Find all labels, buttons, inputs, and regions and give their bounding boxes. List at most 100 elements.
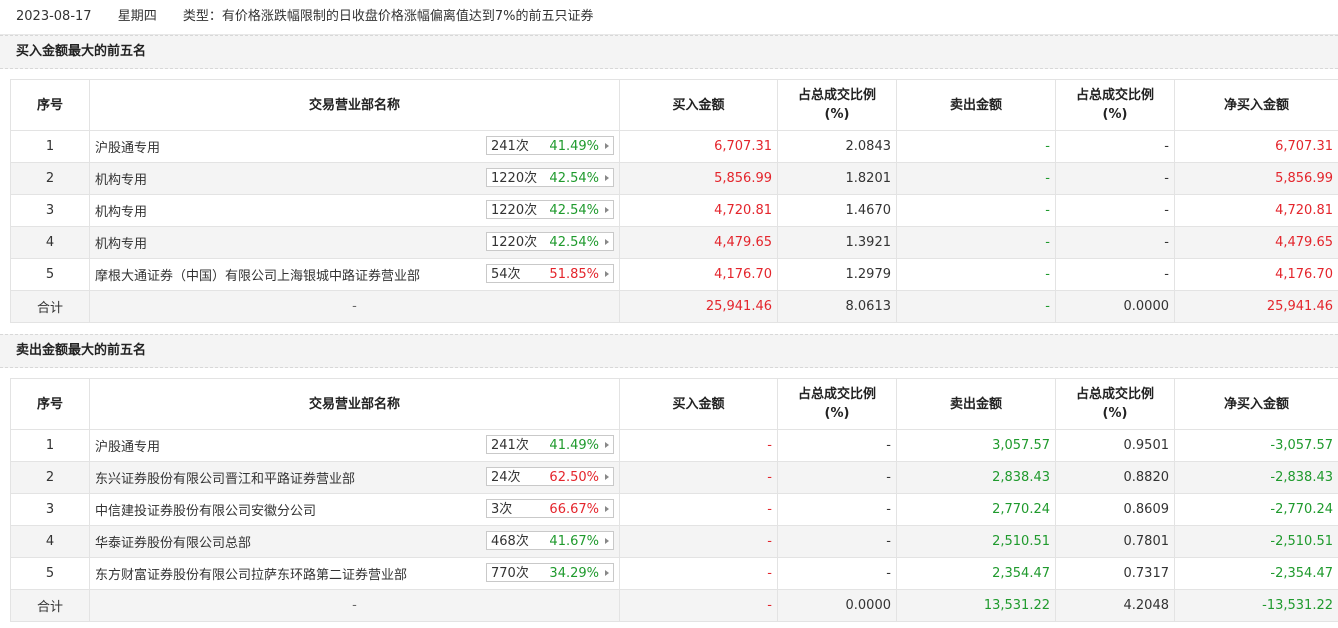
dept-name[interactable]: 沪股通专用 <box>95 440 160 455</box>
table-row: 4 华泰证券股份有限公司总部 468次 41.67% - -2,510.51 0.7801-… <box>10 525 1338 558</box>
buy-amount-cell: 4,720.81 <box>619 194 778 227</box>
sell-amount-cell: - <box>896 194 1056 227</box>
table-row: 2 机构专用 1220次 42.54% 5,856.99 1.8201- -5,856.99 <box>10 162 1338 195</box>
dept-cell: 中信建投证券股份有限公司安徽分公司 3次 66.67% <box>89 493 620 526</box>
table-header-row: 序号 交易营业部名称 买入金额 占总成交比例 (%) 卖出金额 占总成交比例 (%)… <box>10 378 1338 430</box>
sell-ratio-cell: 0.8609 <box>1055 493 1175 526</box>
seq-cell: 4 <box>10 525 90 558</box>
total-buy: - <box>619 589 778 622</box>
caret-right-icon <box>605 570 609 576</box>
buy-ratio-cell: - <box>777 493 897 526</box>
buy-top5-table: 序号 交易营业部名称 买入金额 占总成交比例 (%) 卖出金额 占总成交比例 (%)… <box>10 79 1338 323</box>
dept-name[interactable]: 沪股通专用 <box>95 141 160 156</box>
sell-ratio-cell: - <box>1055 162 1175 195</box>
dept-cell: 摩根大通证券（中国）有限公司上海银城中路证券营业部 54次 51.85% <box>89 258 620 291</box>
dept-name[interactable]: 东兴证券股份有限公司晋江和平路证券营业部 <box>95 472 355 487</box>
buy-ratio-cell: 1.4670 <box>777 194 897 227</box>
net-amount-cell: 4,720.81 <box>1174 194 1338 227</box>
caret-right-icon <box>605 239 609 245</box>
listing-stats-badge[interactable]: 1220次 42.54% <box>486 232 614 251</box>
win-rate: 34.29% <box>549 566 599 581</box>
win-rate: 41.49% <box>549 139 599 154</box>
buy-amount-cell: - <box>619 493 778 526</box>
dept-name[interactable]: 东方财富证券股份有限公司拉萨东环路第二证券营业部 <box>95 568 407 583</box>
table-header-row: 序号 交易营业部名称 买入金额 占总成交比例 (%) 卖出金额 占总成交比例 (%)… <box>10 79 1338 131</box>
caret-right-icon <box>605 442 609 448</box>
sell-section-title: 卖出金额最大的前五名 <box>0 334 1338 368</box>
seq-cell: 1 <box>10 130 90 163</box>
listing-stats-badge[interactable]: 1220次 42.54% <box>486 168 614 187</box>
col-dept: 交易营业部名称 <box>89 79 620 131</box>
net-amount-cell: 6,707.31 <box>1174 130 1338 163</box>
win-rate: 41.67% <box>549 534 599 549</box>
dept-name[interactable]: 机构专用 <box>95 237 147 252</box>
col-buy: 买入金额 <box>619 378 778 430</box>
sell-ratio-cell: 0.7801 <box>1055 525 1175 558</box>
buy-ratio-cell: 1.2979 <box>777 258 897 291</box>
col-sell: 卖出金额 <box>896 79 1056 131</box>
listing-stats-badge[interactable]: 468次 41.67% <box>486 531 614 550</box>
caret-right-icon <box>605 474 609 480</box>
dept-cell: 沪股通专用 241次 41.49% <box>89 130 620 163</box>
sell-amount-cell: - <box>896 162 1056 195</box>
net-amount-cell: 4,176.70 <box>1174 258 1338 291</box>
sell-ratio-cell: - <box>1055 130 1175 163</box>
col-sell: 卖出金额 <box>896 378 1056 430</box>
seq-cell: 2 <box>10 162 90 195</box>
seq-cell: 5 <box>10 557 90 590</box>
buy-ratio-cell: - <box>777 429 897 462</box>
total-dept: - <box>89 290 620 323</box>
buy-ratio-cell: 2.0843 <box>777 130 897 163</box>
listing-count: 468次 <box>491 534 529 549</box>
buy-section-title: 买入金额最大的前五名 <box>0 35 1338 69</box>
listing-stats-badge[interactable]: 241次 41.49% <box>486 136 614 155</box>
seq-cell: 5 <box>10 258 90 291</box>
sell-ratio-cell: - <box>1055 226 1175 259</box>
seq-cell: 1 <box>10 429 90 462</box>
total-sell: 13,531.22 <box>896 589 1056 622</box>
total-label: 合计 <box>10 290 90 323</box>
total-row: 合计 - -0.0000 13,531.22 4.2048 -13,531.22 <box>10 589 1338 622</box>
dept-name[interactable]: 机构专用 <box>95 205 147 220</box>
listing-stats-badge[interactable]: 770次 34.29% <box>486 563 614 582</box>
sell-ratio-cell: - <box>1055 194 1175 227</box>
dept-cell: 机构专用 1220次 42.54% <box>89 162 620 195</box>
listing-stats-badge[interactable]: 54次 51.85% <box>486 264 614 283</box>
table-row: 2 东兴证券股份有限公司晋江和平路证券营业部 24次 62.50% - -2,838.43… <box>10 461 1338 494</box>
listing-stats-badge[interactable]: 1220次 42.54% <box>486 200 614 219</box>
listing-stats-badge[interactable]: 3次 66.67% <box>486 499 614 518</box>
win-rate: 62.50% <box>549 470 599 485</box>
listing-stats-badge[interactable]: 24次 62.50% <box>486 467 614 486</box>
total-buy-ratio: 0.0000 <box>777 589 897 622</box>
buy-amount-cell: - <box>619 525 778 558</box>
sell-top5-table: 序号 交易营业部名称 买入金额 占总成交比例 (%) 卖出金额 占总成交比例 (%)… <box>10 378 1338 622</box>
table-row: 4 机构专用 1220次 42.54% 4,479.65 1.3921- -4,479.65 <box>10 226 1338 259</box>
sell-amount-cell: - <box>896 258 1056 291</box>
dept-cell: 沪股通专用 241次 41.49% <box>89 429 620 462</box>
dept-name[interactable]: 中信建投证券股份有限公司安徽分公司 <box>95 504 316 519</box>
win-rate: 42.54% <box>549 171 599 186</box>
sell-ratio-cell: - <box>1055 258 1175 291</box>
dept-name[interactable]: 机构专用 <box>95 173 147 188</box>
col-buy: 买入金额 <box>619 79 778 131</box>
buy-amount-cell: - <box>619 429 778 462</box>
net-amount-cell: -2,838.43 <box>1174 461 1338 494</box>
net-amount-cell: -3,057.57 <box>1174 429 1338 462</box>
listing-stats-badge[interactable]: 241次 41.49% <box>486 435 614 454</box>
col-net: 净买入金额 <box>1174 79 1338 131</box>
trade-type: 类型：有价格涨跌幅限制的日收盘价格涨幅偏离值达到7%的前五只证券 <box>182 9 594 24</box>
dept-cell: 机构专用 1220次 42.54% <box>89 226 620 259</box>
col-buy-ratio: 占总成交比例 (%) <box>777 378 897 430</box>
table-row: 5 东方财富证券股份有限公司拉萨东环路第二证券营业部 770次 34.29% - -2,3… <box>10 557 1338 590</box>
sell-amount-cell: 3,057.57 <box>896 429 1056 462</box>
listing-count: 1220次 <box>491 203 538 218</box>
buy-amount-cell: 4,176.70 <box>619 258 778 291</box>
total-sell-ratio: 4.2048 <box>1055 589 1175 622</box>
dept-name[interactable]: 摩根大通证券（中国）有限公司上海银城中路证券营业部 <box>95 269 420 284</box>
dept-name[interactable]: 华泰证券股份有限公司总部 <box>95 536 251 551</box>
total-net: 25,941.46 <box>1174 290 1338 323</box>
listing-count: 770次 <box>491 566 529 581</box>
seq-cell: 4 <box>10 226 90 259</box>
caret-right-icon <box>605 538 609 544</box>
listing-count: 1220次 <box>491 235 538 250</box>
